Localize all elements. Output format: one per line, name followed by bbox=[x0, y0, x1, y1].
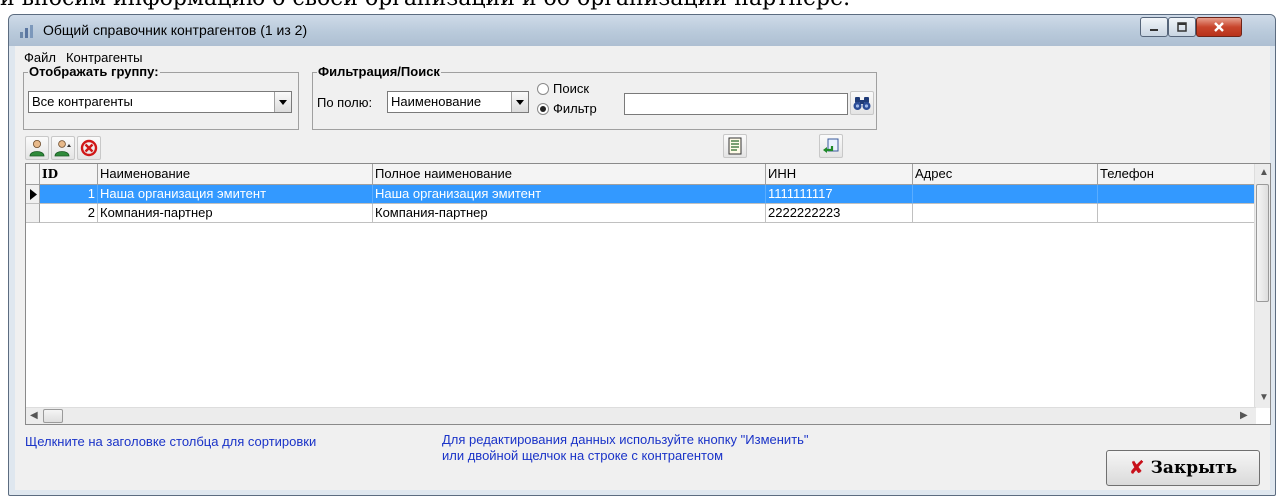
table-row[interactable]: 1 Наша организация эмитент Наша организа… bbox=[26, 185, 1256, 204]
cell-phone[interactable] bbox=[1098, 185, 1256, 204]
cell-name[interactable]: Наша организация эмитент bbox=[98, 185, 373, 204]
report-icon bbox=[728, 137, 742, 155]
cell-inn[interactable]: 1111111117 bbox=[766, 185, 913, 204]
scroll-down-icon[interactable]: ▼ bbox=[1259, 392, 1269, 403]
radio-search-dot[interactable] bbox=[537, 82, 549, 95]
radio-filter-dot[interactable] bbox=[537, 102, 549, 115]
find-button[interactable] bbox=[850, 91, 874, 115]
column-header-address[interactable]: Адрес bbox=[913, 164, 1098, 185]
close-button[interactable]: ✘ Закрыть bbox=[1106, 450, 1260, 486]
cell-id[interactable]: 2 bbox=[40, 204, 98, 223]
report-button[interactable] bbox=[723, 134, 747, 158]
field-label: По полю: bbox=[317, 95, 373, 110]
vertical-scroll-thumb[interactable] bbox=[1256, 184, 1269, 302]
add-contractor-button[interactable] bbox=[25, 136, 49, 160]
cell-full-name[interactable]: Наша организация эмитент bbox=[373, 185, 766, 204]
select-icon bbox=[823, 138, 839, 153]
scroll-up-icon[interactable]: ▲ bbox=[1259, 167, 1269, 178]
client-area: Файл Контрагенты Отображать группу: Все … bbox=[15, 46, 1271, 490]
current-row-arrow-icon bbox=[30, 188, 37, 200]
search-filter-box: Фильтрация/Поиск По полю: Наименование П… bbox=[312, 64, 877, 130]
menu-bar: Файл Контрагенты bbox=[15, 46, 1270, 68]
table-header: ID Наименование Полное наименование ИНН … bbox=[26, 164, 1256, 185]
edit-user-icon bbox=[54, 140, 71, 157]
cell-id[interactable]: 1 bbox=[40, 185, 98, 204]
app-icon bbox=[20, 25, 33, 38]
vertical-scrollbar[interactable]: ▲ ▼ bbox=[1254, 164, 1270, 408]
column-header-name[interactable]: Наименование bbox=[98, 164, 373, 185]
edit-contractor-button[interactable] bbox=[51, 136, 75, 160]
minimize-icon bbox=[1150, 29, 1158, 31]
window-title: Общий справочник контрагентов (1 из 2) bbox=[43, 22, 308, 38]
row-indicator[interactable] bbox=[26, 185, 40, 204]
scroll-left-icon[interactable]: ◀ bbox=[30, 410, 38, 421]
sort-hint: Щелкните на заголовке столбца для сортир… bbox=[25, 434, 317, 449]
cell-full-name[interactable]: Компания-партнер bbox=[373, 204, 766, 223]
search-input[interactable] bbox=[624, 93, 848, 115]
page-caption: и вносим информацию о своей организации … bbox=[0, 0, 1281, 14]
close-button-label: Закрыть bbox=[1150, 458, 1238, 478]
close-icon bbox=[1214, 22, 1224, 32]
minimize-button[interactable] bbox=[1140, 17, 1168, 37]
radio-filter-label: Фильтр bbox=[553, 101, 597, 116]
radio-filter[interactable]: Фильтр bbox=[537, 101, 597, 116]
chevron-down-icon[interactable] bbox=[274, 92, 291, 112]
menu-contractors[interactable]: Контрагенты bbox=[61, 50, 148, 65]
window-close-button[interactable] bbox=[1196, 17, 1242, 37]
header-indicator bbox=[26, 164, 40, 185]
group-select[interactable]: Все контрагенты bbox=[28, 91, 292, 113]
delete-icon bbox=[80, 139, 98, 157]
column-header-phone[interactable]: Телефон bbox=[1098, 164, 1256, 185]
radio-search[interactable]: Поиск bbox=[537, 81, 589, 96]
cell-address[interactable] bbox=[913, 204, 1098, 223]
field-select-value: Наименование bbox=[391, 94, 482, 109]
radio-search-label: Поиск bbox=[553, 81, 590, 96]
delete-contractor-button[interactable] bbox=[77, 136, 101, 160]
close-x-icon: ✘ bbox=[1128, 457, 1145, 479]
group-filter-box: Отображать группу: Все контрагенты bbox=[23, 64, 299, 130]
column-header-full-name[interactable]: Полное наименование bbox=[373, 164, 766, 185]
app-window: Общий справочник контрагентов (1 из 2) Ф… bbox=[8, 14, 1276, 496]
horizontal-scrollbar[interactable]: ◀ ▶ bbox=[26, 407, 1256, 424]
contractors-table[interactable]: ID Наименование Полное наименование ИНН … bbox=[25, 163, 1271, 425]
chevron-down-icon[interactable] bbox=[511, 92, 528, 112]
horizontal-scroll-thumb[interactable] bbox=[43, 409, 63, 423]
cell-name[interactable]: Компания-партнер bbox=[98, 204, 373, 223]
group-filter-legend: Отображать группу: bbox=[28, 64, 160, 79]
menu-file[interactable]: Файл bbox=[19, 50, 61, 65]
cell-inn[interactable]: 2222222223 bbox=[766, 204, 913, 223]
scroll-right-icon[interactable]: ▶ bbox=[1240, 410, 1248, 421]
field-select[interactable]: Наименование bbox=[387, 91, 529, 113]
edit-hint-line1: Для редактирования данных используйте кн… bbox=[442, 432, 809, 447]
select-contractor-button[interactable] bbox=[819, 134, 843, 158]
binoculars-icon bbox=[853, 97, 871, 110]
maximize-button[interactable] bbox=[1168, 17, 1196, 37]
edit-hint-line2: или двойной щелчок на строке с контраген… bbox=[442, 448, 724, 463]
cell-phone[interactable] bbox=[1098, 204, 1256, 223]
add-user-icon bbox=[29, 140, 45, 157]
cell-address[interactable] bbox=[913, 185, 1098, 204]
column-header-inn[interactable]: ИНН bbox=[766, 164, 913, 185]
search-filter-legend: Фильтрация/Поиск bbox=[317, 64, 441, 79]
column-header-id[interactable]: ID bbox=[40, 164, 98, 185]
row-indicator[interactable] bbox=[26, 204, 40, 223]
title-bar[interactable]: Общий справочник контрагентов (1 из 2) bbox=[9, 15, 1275, 46]
group-select-value: Все контрагенты bbox=[32, 94, 133, 109]
maximize-icon bbox=[1177, 22, 1187, 32]
table-row[interactable]: 2 Компания-партнер Компания-партнер 2222… bbox=[26, 204, 1256, 223]
